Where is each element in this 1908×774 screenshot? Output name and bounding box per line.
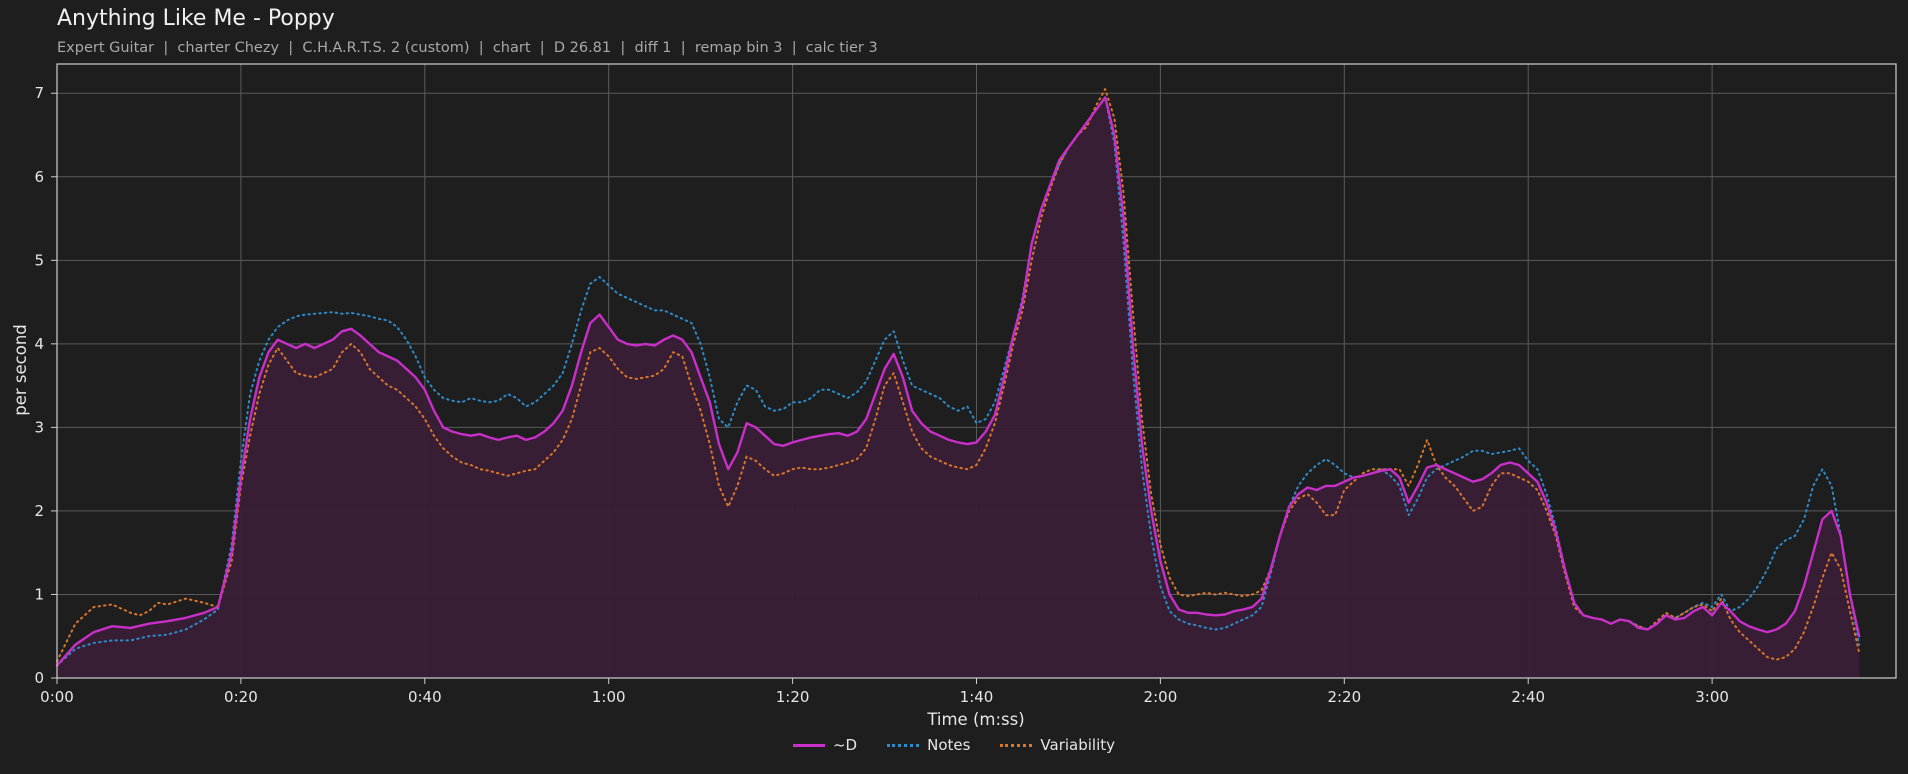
y-axis-label: per second [11, 324, 30, 416]
x-axis-label: Time (m:ss) [926, 710, 1024, 729]
x-tick-label: 2:00 [1144, 688, 1178, 706]
x-tick-label: 1:20 [776, 688, 810, 706]
line-chart: 0:00 0:20 0:40 1:00 1:20 1:40 2:00 2:20 2:40 3:00… [11, 63, 1897, 729]
y-tick-label: 3 [34, 418, 44, 436]
x-tick-label: 0:20 [224, 688, 258, 706]
x-tick-label: 3:00 [1695, 688, 1729, 706]
y-tick-label: 7 [34, 84, 44, 102]
legend-swatch-notes [887, 743, 920, 747]
x-tick-label: 2:40 [1511, 688, 1545, 706]
y-tick-label: 4 [34, 335, 44, 353]
legend-item-notes: Notes [887, 736, 970, 754]
legend-swatch-variability [1000, 743, 1033, 747]
legend-label-d: ~D [832, 736, 858, 754]
x-tick-label: 1:40 [960, 688, 994, 706]
legend-label-variability: Variability [1040, 736, 1116, 754]
legend-swatch-d [792, 743, 825, 747]
x-tick-label: 1:00 [592, 688, 626, 706]
y-tick-label: 2 [34, 502, 44, 520]
legend-label-notes: Notes [927, 736, 971, 754]
y-tick-label: 1 [34, 585, 44, 603]
y-tick-label: 0 [34, 669, 44, 687]
y-tick-label: 6 [34, 168, 44, 186]
y-tick-label: 5 [34, 251, 44, 269]
x-tick-label: 0:40 [408, 688, 442, 706]
fill-area-layer [57, 97, 1860, 678]
legend-item-d: ~D [792, 736, 858, 754]
x-tick-label: 0:00 [40, 688, 74, 706]
legend-item-variability: Variability [1000, 736, 1115, 754]
series-fill-d [57, 97, 1860, 678]
legend: ~D Notes Variability [0, 736, 1908, 754]
x-tick-label: 2:20 [1327, 688, 1361, 706]
